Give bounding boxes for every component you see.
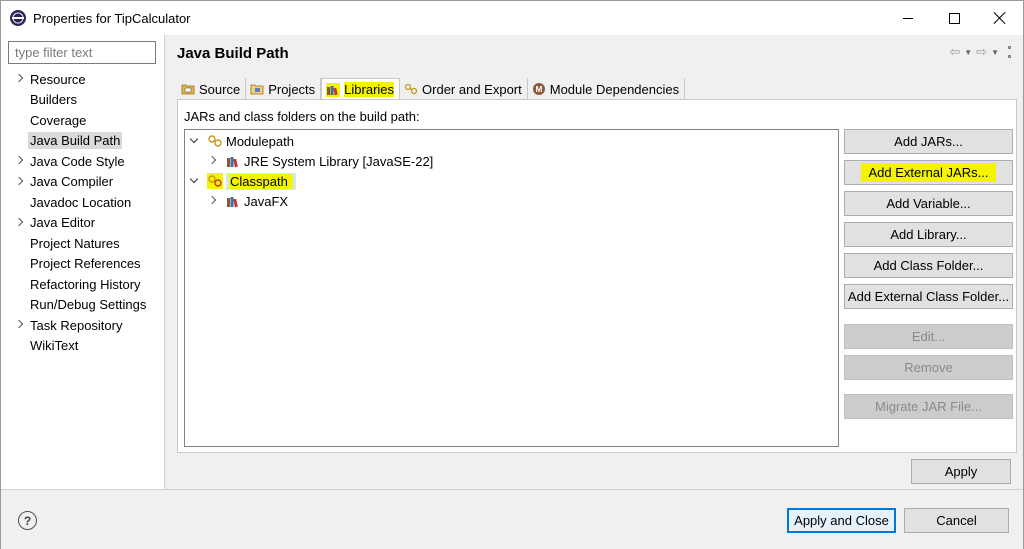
chevron-right-icon[interactable] — [16, 74, 24, 84]
chevron-right-icon[interactable] — [16, 177, 24, 187]
tab-projects[interactable]: Projects — [246, 78, 322, 100]
forward-dropdown-icon[interactable]: ▼ — [991, 48, 999, 57]
svg-text:M: M — [535, 85, 542, 94]
window-controls — [885, 1, 1023, 35]
nav-item-coverage[interactable]: Coverage — [1, 110, 164, 131]
add-jars-button[interactable]: Add JARs... — [844, 129, 1013, 154]
close-icon — [993, 11, 1007, 25]
panel-label: JARs and class folders on the build path… — [184, 109, 420, 124]
tree-label-classpath: Classpath — [226, 172, 296, 190]
nav-item-project-references[interactable]: Project References — [1, 254, 164, 275]
maximize-icon — [948, 12, 960, 24]
eclipse-icon — [10, 10, 26, 26]
tree-node-classpath[interactable]: Classpath — [191, 171, 296, 191]
tree-node-modulepath[interactable]: Modulepath — [191, 131, 294, 151]
modulepath-icon — [207, 133, 223, 149]
chevron-right-icon[interactable] — [16, 218, 24, 228]
chevron-right-icon[interactable] — [16, 156, 24, 166]
back-dropdown-icon[interactable]: ▼ — [964, 48, 972, 57]
nav-item-run-debug-settings[interactable]: Run/Debug Settings — [1, 295, 164, 316]
chevron-right-icon[interactable] — [209, 196, 219, 206]
nav-item-builders[interactable]: Builders — [1, 90, 164, 111]
nav-item-project-natures[interactable]: Project Natures — [1, 233, 164, 254]
libraries-icon — [326, 82, 341, 97]
tab-order-and-export[interactable]: Order and Export — [400, 78, 528, 100]
nav-item-javadoc-location[interactable]: Javadoc Location — [1, 192, 164, 213]
add-library-button[interactable]: Add Library... — [844, 222, 1013, 247]
tab-libraries[interactable]: Libraries — [321, 78, 401, 100]
tab-source[interactable]: Source — [177, 78, 247, 100]
nav-tree: Resource Builders Coverage Java Build Pa… — [1, 69, 164, 356]
nav-item-resource[interactable]: Resource — [1, 69, 164, 90]
add-variable-button[interactable]: Add Variable... — [844, 191, 1013, 216]
forward-arrow-icon[interactable]: ⇨ — [976, 44, 987, 60]
nav-item-java-compiler[interactable]: Java Compiler — [1, 172, 164, 193]
apply-and-close-button[interactable]: Apply and Close — [787, 508, 896, 533]
add-external-jars-button[interactable]: Add External JARs... — [844, 160, 1013, 185]
libraries-panel: JARs and class folders on the build path… — [177, 99, 1017, 453]
view-menu-icon[interactable] — [1007, 46, 1011, 58]
nav-item-task-repository[interactable]: Task Repository — [1, 315, 164, 336]
tree-label-modulepath: Modulepath — [226, 133, 294, 149]
dialog-footer: ? Apply and Close Cancel — [1, 489, 1023, 549]
cancel-button[interactable]: Cancel — [904, 508, 1009, 533]
minimize-button[interactable] — [885, 1, 931, 35]
chevron-down-icon[interactable] — [191, 176, 201, 186]
build-path-tabs: Source Projects Libraries Order and Expo… — [177, 78, 686, 100]
tree-label-jre: JRE System Library [JavaSE-22] — [244, 153, 434, 169]
window-title: Properties for TipCalculator — [33, 10, 191, 26]
chevron-down-icon[interactable] — [191, 136, 201, 146]
nav-item-java-code-style[interactable]: Java Code Style — [1, 151, 164, 172]
source-folder-icon — [181, 82, 195, 96]
title-bar: Properties for TipCalculator — [1, 1, 1023, 35]
history-navigation: ⇦ ▼ ⇨ ▼ — [949, 44, 1011, 60]
classpath-icon — [207, 173, 223, 189]
back-arrow-icon[interactable]: ⇦ — [949, 44, 960, 60]
edit-button[interactable]: Edit... — [844, 324, 1013, 349]
build-path-tree[interactable]: Modulepath JRE System Library [JavaSE-22… — [184, 129, 839, 447]
add-class-folder-button[interactable]: Add Class Folder... — [844, 253, 1013, 278]
tree-label-javafx: JavaFX — [244, 193, 289, 209]
tree-node-javafx[interactable]: JavaFX — [209, 191, 288, 211]
tree-node-jre-system-library[interactable]: JRE System Library [JavaSE-22] — [209, 151, 433, 171]
add-external-class-folder-button[interactable]: Add External Class Folder... — [844, 284, 1013, 309]
maximize-button[interactable] — [931, 1, 977, 35]
chevron-right-icon[interactable] — [209, 156, 219, 166]
library-icon — [225, 193, 241, 209]
apply-button[interactable]: Apply — [911, 459, 1011, 484]
migrate-jar-button[interactable]: Migrate JAR File... — [844, 394, 1013, 419]
minimize-icon — [903, 17, 913, 19]
help-icon[interactable]: ? — [18, 511, 37, 530]
close-button[interactable] — [977, 1, 1023, 35]
tab-module-dependencies[interactable]: M Module Dependencies — [528, 78, 686, 100]
remove-button[interactable]: Remove — [844, 355, 1013, 380]
filter-input[interactable] — [8, 41, 156, 64]
chevron-right-icon[interactable] — [16, 320, 24, 330]
preferences-nav: Resource Builders Coverage Java Build Pa… — [1, 35, 165, 489]
nav-item-java-build-path[interactable]: Java Build Path — [1, 131, 164, 152]
nav-item-wikitext[interactable]: WikiText — [1, 336, 164, 357]
library-icon — [225, 153, 241, 169]
order-export-icon — [404, 82, 418, 96]
nav-item-refactoring-history[interactable]: Refactoring History — [1, 274, 164, 295]
nav-item-java-editor[interactable]: Java Editor — [1, 213, 164, 234]
module-dependencies-icon: M — [532, 82, 546, 96]
projects-icon — [250, 82, 264, 96]
properties-dialog: Properties for TipCalculator Resource Bu… — [0, 0, 1024, 549]
page-title: Java Build Path — [177, 45, 289, 62]
